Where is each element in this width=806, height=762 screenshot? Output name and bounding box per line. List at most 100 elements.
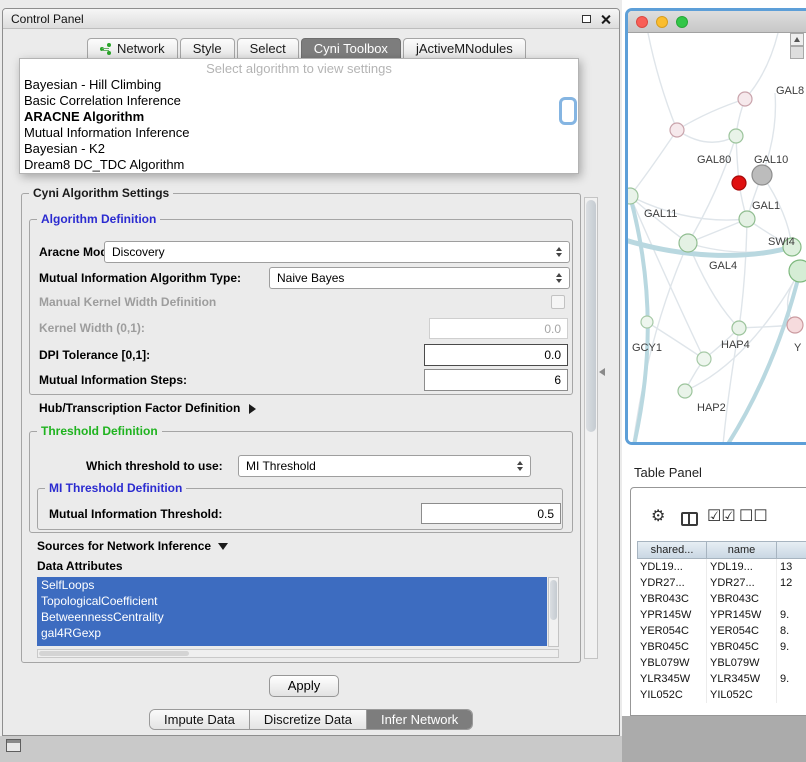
expanded-arrow-icon[interactable] bbox=[218, 543, 228, 550]
tab-network[interactable]: Network bbox=[87, 38, 178, 58]
network-node[interactable] bbox=[787, 317, 803, 333]
network-scrollbar-thumb[interactable] bbox=[790, 46, 804, 59]
network-node[interactable] bbox=[670, 123, 684, 137]
hub-section-toggle[interactable]: Hub/Transcription Factor Definition bbox=[39, 401, 256, 415]
attributes-hscrollbar-thumb[interactable] bbox=[39, 651, 189, 656]
dpi-tolerance-field[interactable]: 0.0 bbox=[424, 344, 568, 366]
attributes-list-hscrollbar[interactable] bbox=[37, 649, 559, 658]
panel-collapse-icon[interactable] bbox=[599, 368, 605, 376]
network-canvas[interactable]: GAL8GAL80GAL10GAL1GAL11SWI4GAL4GCY1HAP4Y… bbox=[628, 33, 806, 442]
settings-scrollbar-thumb[interactable] bbox=[586, 200, 596, 432]
checked-boxes-icon[interactable]: ☑☑ bbox=[707, 508, 736, 526]
zoom-traffic-light-icon[interactable] bbox=[676, 16, 688, 28]
table-cell: YBR045C bbox=[637, 639, 707, 655]
column-header-extra[interactable] bbox=[777, 541, 806, 559]
network-node[interactable] bbox=[732, 321, 746, 335]
table-row[interactable]: YBL079WYBL079W bbox=[637, 655, 806, 671]
manual-kernel-checkbox[interactable] bbox=[551, 295, 565, 309]
network-node[interactable] bbox=[739, 211, 755, 227]
table-row[interactable]: YBR045CYBR045C9. bbox=[637, 639, 806, 655]
control-panel-titlebar[interactable]: Control Panel bbox=[3, 9, 619, 29]
restore-window-icon[interactable] bbox=[6, 739, 21, 752]
dropdown-placeholder-text: Select algorithm to view settings bbox=[20, 61, 578, 77]
network-node[interactable] bbox=[789, 260, 806, 282]
apply-button[interactable]: Apply bbox=[269, 675, 339, 697]
table-cell: YER054C bbox=[707, 623, 777, 639]
network-node[interactable] bbox=[738, 92, 752, 106]
mi-algorithm-type-select[interactable]: Naive Bayes bbox=[269, 267, 570, 289]
close-icon[interactable] bbox=[600, 14, 611, 25]
table-row[interactable]: YIL052CYIL052C bbox=[637, 687, 806, 703]
algorithm-option-basic-correlation-inference[interactable]: Basic Correlation Inference bbox=[20, 93, 578, 109]
network-window-titlebar[interactable] bbox=[628, 11, 806, 33]
settings-scrollbar[interactable] bbox=[584, 197, 598, 659]
table-cell: 9. bbox=[777, 607, 806, 623]
network-node[interactable] bbox=[697, 352, 711, 366]
network-node[interactable] bbox=[679, 234, 697, 252]
table-row[interactable]: YLR345WYLR345W9. bbox=[637, 671, 806, 687]
table-row[interactable]: YBR043CYBR043C bbox=[637, 591, 806, 607]
algorithm-option-dream8-dc-tdc-algorithm[interactable]: Dream8 DC_TDC Algorithm bbox=[20, 157, 578, 173]
table-row[interactable]: YDL19...YDL19...13 bbox=[637, 559, 806, 575]
attribute-list-item[interactable]: BetweennessCentrality bbox=[37, 609, 547, 625]
network-edge[interactable] bbox=[745, 33, 778, 99]
network-edge[interactable] bbox=[630, 130, 677, 196]
network-node[interactable] bbox=[729, 129, 743, 143]
table-cell: YBR045C bbox=[707, 639, 777, 655]
aracne-mode-select[interactable]: Discovery bbox=[104, 241, 570, 263]
column-header-shared-[interactable]: shared... bbox=[637, 541, 707, 559]
algorithm-option-bayesian-k2[interactable]: Bayesian - K2 bbox=[20, 141, 578, 157]
tab-label: Network bbox=[117, 41, 165, 56]
network-graph[interactable]: GAL8GAL80GAL10GAL1GAL11SWI4GAL4GCY1HAP4Y… bbox=[628, 33, 806, 442]
gear-icon[interactable]: ⚙ bbox=[651, 508, 665, 526]
unchecked-boxes-icon[interactable]: ☐☐ bbox=[739, 508, 768, 526]
minimize-traffic-light-icon[interactable] bbox=[656, 16, 668, 28]
attribute-list-item[interactable]: SelfLoops bbox=[37, 577, 547, 593]
mi-threshold-field[interactable]: 0.5 bbox=[421, 503, 561, 524]
tab-cyni-toolbox[interactable]: Cyni Toolbox bbox=[301, 38, 401, 58]
table-row[interactable]: YER054CYER054C8. bbox=[637, 623, 806, 639]
tab-style[interactable]: Style bbox=[180, 38, 235, 58]
column-header-name[interactable]: name bbox=[707, 541, 777, 559]
bottom-tab-infer-network[interactable]: Infer Network bbox=[367, 710, 472, 729]
network-node-label: Y bbox=[794, 342, 802, 354]
network-edge[interactable] bbox=[677, 130, 736, 142]
columns-icon[interactable] bbox=[681, 512, 698, 526]
network-node[interactable] bbox=[732, 176, 746, 190]
tab-select[interactable]: Select bbox=[237, 38, 299, 58]
network-node[interactable] bbox=[678, 384, 692, 398]
attributes-list-vscrollbar[interactable] bbox=[548, 577, 559, 647]
kernel-width-label: Kernel Width (0,1): bbox=[39, 321, 145, 335]
table-row[interactable]: YPR145WYPR145W9. bbox=[637, 607, 806, 623]
network-edge[interactable] bbox=[739, 219, 747, 328]
which-threshold-select[interactable]: MI Threshold bbox=[238, 455, 531, 477]
attribute-list-item[interactable]: gal4RGexp bbox=[37, 625, 547, 641]
attribute-list-item[interactable]: TopologicalCoefficient bbox=[37, 593, 547, 609]
attribute-list-item-partial[interactable] bbox=[37, 641, 547, 646]
stepper-icon bbox=[556, 273, 562, 283]
tab-jactivemnodules[interactable]: jActiveMNodules bbox=[403, 38, 526, 58]
focused-button-fragment[interactable] bbox=[559, 97, 577, 125]
algorithm-option-mutual-information-inference[interactable]: Mutual Information Inference bbox=[20, 125, 578, 141]
mi-steps-field[interactable]: 6 bbox=[424, 369, 568, 391]
network-scroll-up-icon[interactable] bbox=[790, 33, 804, 46]
algorithm-option-aracne-algorithm[interactable]: ARACNE Algorithm bbox=[20, 109, 578, 125]
bottom-tab-impute-data[interactable]: Impute Data bbox=[150, 710, 250, 729]
sources-section-toggle[interactable]: Sources for Network Inference bbox=[37, 539, 228, 553]
network-node[interactable] bbox=[641, 316, 653, 328]
network-edge[interactable] bbox=[677, 99, 745, 130]
kernel-width-field[interactable]: 0.0 bbox=[429, 318, 568, 339]
data-attributes-list[interactable]: SelfLoopsTopologicalCoefficientBetweenne… bbox=[37, 577, 547, 646]
dpi-tolerance-label: DPI Tolerance [0,1]: bbox=[39, 348, 150, 362]
collapsed-arrow-icon[interactable] bbox=[249, 404, 256, 414]
bottom-tab-discretize-data[interactable]: Discretize Data bbox=[250, 710, 367, 729]
float-window-icon[interactable] bbox=[582, 15, 591, 23]
algorithm-option-bayesian-hill-climbing[interactable]: Bayesian - Hill Climbing bbox=[20, 77, 578, 93]
network-node[interactable] bbox=[752, 165, 772, 185]
network-node[interactable] bbox=[628, 188, 638, 204]
attributes-vscrollbar-thumb[interactable] bbox=[550, 580, 557, 620]
close-traffic-light-icon[interactable] bbox=[636, 16, 648, 28]
table-cell: YBL079W bbox=[707, 655, 777, 671]
network-edge[interactable] bbox=[648, 33, 677, 130]
table-row[interactable]: YDR27...YDR27...12 bbox=[637, 575, 806, 591]
